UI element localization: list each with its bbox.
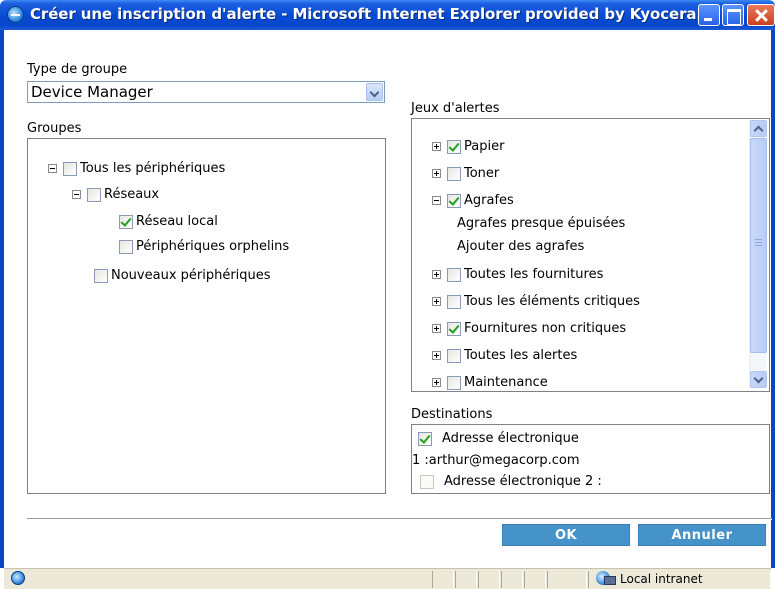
checkbox-email2[interactable] [420, 474, 434, 489]
minimize-button[interactable] [698, 4, 720, 26]
collapse-icon[interactable] [432, 196, 441, 205]
alert-sets-tree: Papier Toner Agrafes Agrafes presque épu… [411, 118, 770, 392]
alert-item-label: Agrafes [464, 193, 514, 208]
expand-icon[interactable] [432, 378, 441, 387]
alert-item-all-critical: Tous les éléments critiques [432, 294, 640, 309]
expand-icon[interactable] [432, 324, 441, 333]
scroll-up-icon[interactable] [750, 120, 767, 137]
expand-icon[interactable] [432, 270, 441, 279]
email1-row: Adresse électronique [418, 431, 579, 446]
ok-button[interactable]: OK [502, 524, 630, 546]
maximize-button[interactable] [722, 4, 744, 26]
email2-row: Adresse électronique 2 : [420, 474, 602, 489]
tree-node-all-devices: Tous les périphériques [48, 161, 225, 176]
tree-node-label: Réseaux [104, 187, 160, 202]
group-type-label: Type de groupe [27, 62, 128, 77]
email2-label: Adresse électronique 2 : [444, 474, 602, 489]
expand-icon[interactable] [432, 297, 441, 306]
email1-value-row: 1 :arthur@megacorp.com [412, 453, 580, 468]
tree-node-label: Périphériques orphelins [136, 239, 290, 254]
checkbox-local-network[interactable] [119, 214, 133, 229]
checkbox-all-alerts[interactable] [447, 348, 461, 363]
checkbox-email1[interactable] [418, 431, 432, 446]
tree-node-orphan-devices: Périphériques orphelins [119, 239, 289, 254]
scrollbar-thumb[interactable] [750, 138, 767, 353]
checkbox-staples[interactable] [447, 193, 461, 208]
group-type-value: Device Manager [31, 83, 153, 101]
alert-item-label: Tous les éléments critiques [464, 294, 640, 309]
alert-subitem-staples-low[interactable]: Agrafes presque épuisées [457, 216, 625, 231]
destinations-box: Adresse électronique 1 :arthur@megacorp.… [411, 424, 770, 494]
chevron-down-icon[interactable] [366, 83, 383, 101]
checkbox-all-critical[interactable] [447, 294, 461, 309]
checkbox-toner[interactable] [447, 166, 461, 181]
expand-icon[interactable] [432, 169, 441, 178]
internet-explorer-icon [7, 6, 24, 23]
window-frame-right [771, 30, 775, 568]
alert-item-label: Toutes les fournitures [464, 267, 604, 282]
alert-item-label: Papier [464, 139, 505, 154]
tree-node-label: Tous les périphériques [80, 161, 226, 176]
local-intranet-icon [596, 571, 618, 586]
alert-item-label: Toner [464, 166, 500, 181]
alert-item-non-critical-supplies: Fournitures non critiques [432, 321, 626, 336]
checkbox-all-devices[interactable] [63, 161, 77, 176]
window-frame-left [0, 30, 4, 568]
alert-item-label: Toutes les alertes [464, 348, 578, 363]
email1-label: Adresse électronique [442, 431, 579, 446]
cancel-button[interactable]: Annuler [638, 524, 766, 546]
alert-item-all-supplies: Toutes les fournitures [432, 267, 603, 282]
collapse-icon[interactable] [48, 164, 57, 173]
email1-value: 1 :arthur@megacorp.com [412, 453, 580, 468]
checkbox-all-supplies[interactable] [447, 267, 461, 282]
title-bar: Créer une inscription d'alerte - Microso… [0, 0, 775, 30]
tree-node-new-devices: Nouveaux périphériques [94, 268, 271, 283]
destinations-label: Destinations [411, 407, 493, 422]
expand-icon[interactable] [432, 142, 441, 151]
checkbox-new-devices[interactable] [94, 268, 108, 283]
tree-node-local-network: Réseau local [119, 214, 218, 229]
checkbox-orphan-devices[interactable] [119, 239, 133, 254]
window-title: Créer une inscription d'alerte - Microso… [30, 5, 714, 23]
tree-node-networks: Réseaux [72, 187, 159, 202]
checkbox-paper[interactable] [447, 139, 461, 154]
alert-item-label: Fournitures non critiques [464, 321, 627, 336]
alert-item-toner: Toner [432, 166, 499, 181]
tree-node-label: Réseau local [136, 214, 218, 229]
zone-label: Local intranet [620, 572, 703, 586]
alert-sets-label: Jeux d'alertes [411, 101, 500, 116]
alert-sets-scrollbar[interactable] [749, 120, 767, 388]
status-bar: Local intranet [4, 568, 771, 589]
scroll-down-icon[interactable] [750, 371, 767, 388]
checkbox-maintenance[interactable] [447, 375, 461, 390]
tree-node-label: Nouveaux périphériques [111, 268, 271, 283]
group-type-select[interactable]: Device Manager [27, 81, 385, 103]
alert-subitem-add-staples[interactable]: Ajouter des agrafes [457, 239, 584, 254]
checkbox-networks[interactable] [87, 187, 101, 202]
groups-tree: Tous les périphériques Réseaux Réseau lo… [27, 138, 386, 494]
alert-item-maintenance: Maintenance [432, 375, 548, 390]
alert-item-label: Ajouter des agrafes [457, 239, 585, 254]
checkbox-non-critical-supplies[interactable] [447, 321, 461, 336]
alert-item-paper: Papier [432, 139, 504, 154]
collapse-icon[interactable] [72, 190, 81, 199]
page-icon [11, 571, 25, 585]
alert-item-label: Agrafes presque épuisées [457, 216, 626, 231]
separator [27, 518, 772, 520]
alert-item-staples: Agrafes [432, 193, 514, 208]
groups-label: Groupes [27, 121, 82, 136]
close-button[interactable] [747, 4, 775, 26]
expand-icon[interactable] [432, 351, 441, 360]
alert-item-all-alerts: Toutes les alertes [432, 348, 577, 363]
alert-item-label: Maintenance [464, 375, 548, 390]
